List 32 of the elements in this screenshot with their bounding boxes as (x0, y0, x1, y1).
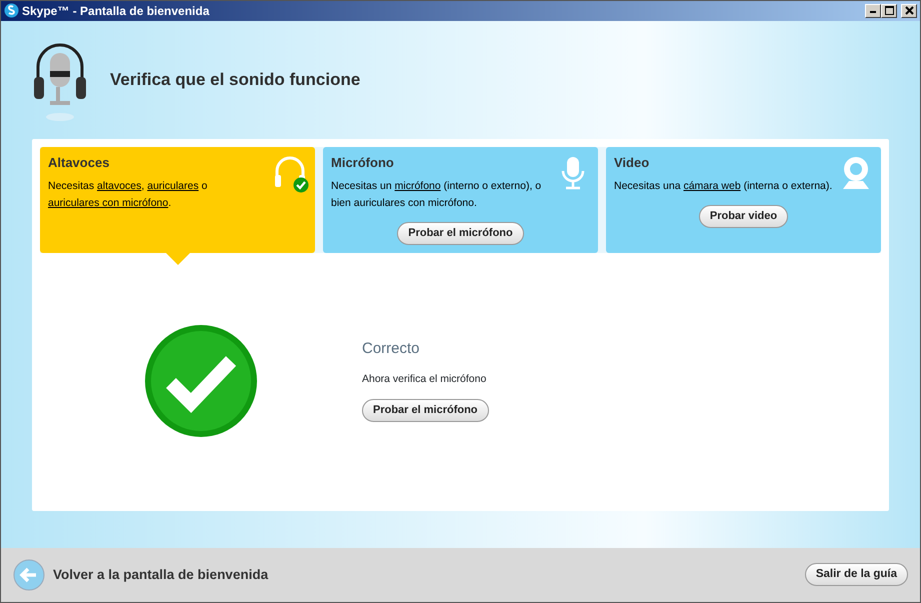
text-link[interactable]: auriculares (147, 180, 199, 192)
text-link[interactable]: cámara web (683, 180, 741, 192)
message-text: Ahora verifica el micrófono (362, 372, 488, 387)
card-description: Necesitas altavoces, auriculares o auriculares con micrófono. (48, 179, 208, 212)
window-title: Skype™ - Pantalla de bienvenida (22, 2, 210, 20)
test-microphone-button[interactable]: Probar el micrófono (362, 399, 489, 422)
page-heading: Verifica que el sonido funcione (110, 70, 360, 90)
close-icon (904, 6, 914, 16)
text-link[interactable]: micrófono (394, 180, 441, 192)
success-check-icon (143, 322, 259, 439)
option-card[interactable]: Altavoces Necesitas altavoces, auriculares o auriculares con micrófono. (40, 146, 315, 253)
pointer-arrow (166, 252, 190, 265)
minimize-button[interactable] (865, 4, 881, 18)
close-button[interactable] (901, 4, 917, 18)
card-title: Altavoces (48, 154, 110, 170)
card-description: Necesitas un micrófono (interno o externo), o bien auriculares con micrófono. (331, 179, 542, 212)
status-text: Correcto (362, 340, 421, 358)
app-logo-icon (4, 3, 19, 18)
card-title: Video (614, 154, 650, 170)
minimize-icon (870, 11, 876, 14)
maximize-button[interactable] (881, 4, 897, 18)
back-link[interactable]: Volver a la pantalla de bienvenida (53, 564, 268, 585)
text-link[interactable]: auriculares con micrófono (48, 197, 168, 210)
text-link[interactable]: altavoces (97, 180, 142, 192)
option-card[interactable]: Video Necesitas una cámara web (interna o externa). Probar video (606, 146, 881, 253)
test-button[interactable]: Probar el micrófono (397, 222, 524, 245)
test-button[interactable]: Probar video (698, 205, 788, 228)
card-title: Micrófono (331, 154, 395, 170)
maximize-icon (884, 6, 894, 16)
exit-guide-button[interactable]: Salir de la guía (804, 563, 908, 586)
card-description: Necesitas una cámara web (interna o externa). (614, 179, 834, 194)
option-card[interactable]: Micrófono Necesitas un micrófono (interno o externo), o bien auriculares con micrófono. Probar el micrófono (323, 146, 598, 253)
